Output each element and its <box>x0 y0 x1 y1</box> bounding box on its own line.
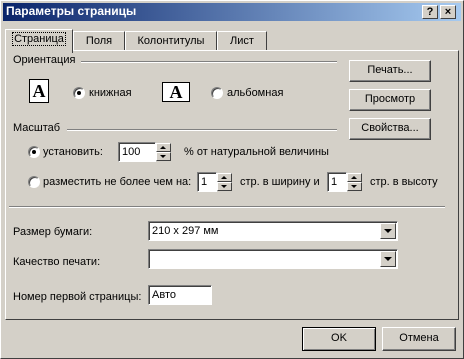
tab-margins[interactable]: Поля <box>73 31 125 51</box>
print-button[interactable]: Печать... <box>349 60 431 82</box>
spin-up-icon[interactable] <box>347 173 362 182</box>
scale-divider <box>67 129 337 131</box>
close-button[interactable]: × <box>440 5 456 19</box>
paper-size-select[interactable]: 210 x 297 мм <box>148 221 398 241</box>
properties-button[interactable]: Свойства... <box>349 118 431 140</box>
portrait-label[interactable]: книжная <box>89 87 132 99</box>
scale-group-label: Масштаб <box>13 122 61 134</box>
fit-wide-suffix: стр. в ширину и <box>240 176 320 188</box>
fit-wide-input[interactable]: 1 <box>197 172 217 192</box>
print-quality-label: Качество печати: <box>13 256 101 268</box>
scale-set-label[interactable]: установить: <box>43 146 103 158</box>
fit-tall-suffix: стр. в высоту <box>370 176 438 188</box>
paper-size-label: Размер бумаги: <box>13 226 93 238</box>
spin-down-icon[interactable] <box>217 182 232 191</box>
ok-button[interactable]: OK <box>302 327 376 351</box>
spin-down-icon[interactable] <box>156 152 171 161</box>
tab-sheet[interactable]: Лист <box>217 31 267 51</box>
landscape-label[interactable]: альбомная <box>227 87 283 99</box>
spin-up-icon[interactable] <box>217 173 232 182</box>
chevron-down-icon[interactable] <box>380 223 396 239</box>
orientation-divider <box>81 61 337 63</box>
orientation-group-label: Ориентация <box>13 54 76 66</box>
tab-page[interactable]: Страница <box>5 29 73 53</box>
spin-up-icon[interactable] <box>156 143 171 152</box>
portrait-radio[interactable] <box>73 87 85 99</box>
window-title: Параметры страницы <box>6 4 137 18</box>
landscape-radio[interactable] <box>211 87 223 99</box>
fit-wide-spinner[interactable] <box>217 173 232 191</box>
scale-percent-spinner[interactable] <box>156 143 171 161</box>
scale-percent-suffix: % от натуральной величины <box>184 146 329 158</box>
preview-button[interactable]: Просмотр <box>349 89 431 111</box>
landscape-page-icon: A <box>162 82 190 102</box>
spin-down-icon[interactable] <box>347 182 362 191</box>
cancel-button[interactable]: Отмена <box>382 327 456 351</box>
title-bar[interactable]: Параметры страницы ? × <box>3 3 461 21</box>
portrait-page-icon: A <box>29 79 49 103</box>
scale-percent-input[interactable]: 100 <box>118 142 156 162</box>
scale-fit-label[interactable]: разместить не более чем на: <box>43 176 191 188</box>
scale-set-radio[interactable] <box>28 146 40 158</box>
tab-header-footer[interactable]: Колонтитулы <box>125 31 217 51</box>
section-divider <box>9 206 445 208</box>
page-setup-dialog: Параметры страницы ? × Страница Поля Кол… <box>0 0 464 359</box>
paper-size-value: 210 x 297 мм <box>152 225 219 237</box>
print-quality-select[interactable] <box>148 249 398 269</box>
fit-tall-input[interactable]: 1 <box>327 172 347 192</box>
first-page-label: Номер первой страницы: <box>13 291 142 303</box>
chevron-down-icon[interactable] <box>380 251 396 267</box>
scale-fit-radio[interactable] <box>28 176 40 188</box>
first-page-input[interactable]: Авто <box>148 285 212 305</box>
fit-tall-spinner[interactable] <box>347 173 362 191</box>
help-button[interactable]: ? <box>422 5 438 19</box>
